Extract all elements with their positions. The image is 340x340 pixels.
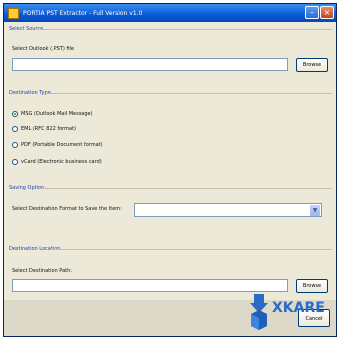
destination-path-label: Select Destination Path: bbox=[12, 268, 72, 274]
radio-pdf[interactable] bbox=[12, 142, 18, 148]
format-select[interactable]: ▼ bbox=[134, 203, 322, 217]
close-button[interactable]: × bbox=[320, 6, 334, 19]
destination-type-section-label: Destination Type bbox=[9, 90, 51, 96]
option-msg-label: MSG (Outlook Mail Message) bbox=[21, 111, 93, 117]
destination-location-divider bbox=[50, 249, 332, 250]
option-eml-label: EML (RFC 822 format) bbox=[21, 126, 76, 132]
pst-file-label: Select Outlook (.PST) file bbox=[12, 46, 75, 52]
app-icon bbox=[8, 7, 19, 19]
pst-file-input[interactable] bbox=[12, 58, 288, 71]
option-msg[interactable]: MSG (Outlook Mail Message) bbox=[12, 111, 93, 117]
radio-eml[interactable] bbox=[12, 126, 18, 132]
option-pdf-label: PDF (Portable Document format) bbox=[21, 142, 103, 148]
radio-vcard[interactable] bbox=[12, 159, 18, 165]
source-divider bbox=[36, 29, 332, 30]
saving-option-divider bbox=[40, 188, 332, 189]
format-label: Select Destination Format to Save the It… bbox=[12, 206, 122, 212]
option-eml[interactable]: EML (RFC 822 format) bbox=[12, 126, 76, 132]
saving-option-section-label: Saving Option bbox=[9, 185, 45, 191]
xkare-watermark: XKARE bbox=[250, 294, 340, 330]
radio-msg[interactable] bbox=[12, 111, 18, 117]
option-vcard-label: vCard (Electronic business card) bbox=[21, 159, 102, 165]
minimize-button[interactable]: – bbox=[305, 6, 319, 19]
brand-text: XKARE bbox=[272, 300, 325, 316]
option-vcard[interactable]: vCard (Electronic business card) bbox=[12, 159, 102, 165]
browse-source-button[interactable]: Browse bbox=[296, 58, 328, 72]
app-window: PORTIA PST Extractor - Full Version v1.0… bbox=[3, 3, 337, 337]
destination-path-input[interactable] bbox=[12, 279, 288, 292]
title-bar[interactable]: PORTIA PST Extractor - Full Version v1.0… bbox=[4, 4, 336, 22]
chevron-down-icon[interactable]: ▼ bbox=[310, 205, 320, 216]
window-controls: – × bbox=[305, 6, 334, 19]
download-icon bbox=[250, 294, 268, 330]
browse-destination-button[interactable]: Browse bbox=[296, 279, 328, 293]
option-pdf[interactable]: PDF (Portable Document format) bbox=[12, 142, 103, 148]
destination-type-divider bbox=[46, 93, 332, 94]
window-title: PORTIA PST Extractor - Full Version v1.0 bbox=[23, 9, 143, 17]
